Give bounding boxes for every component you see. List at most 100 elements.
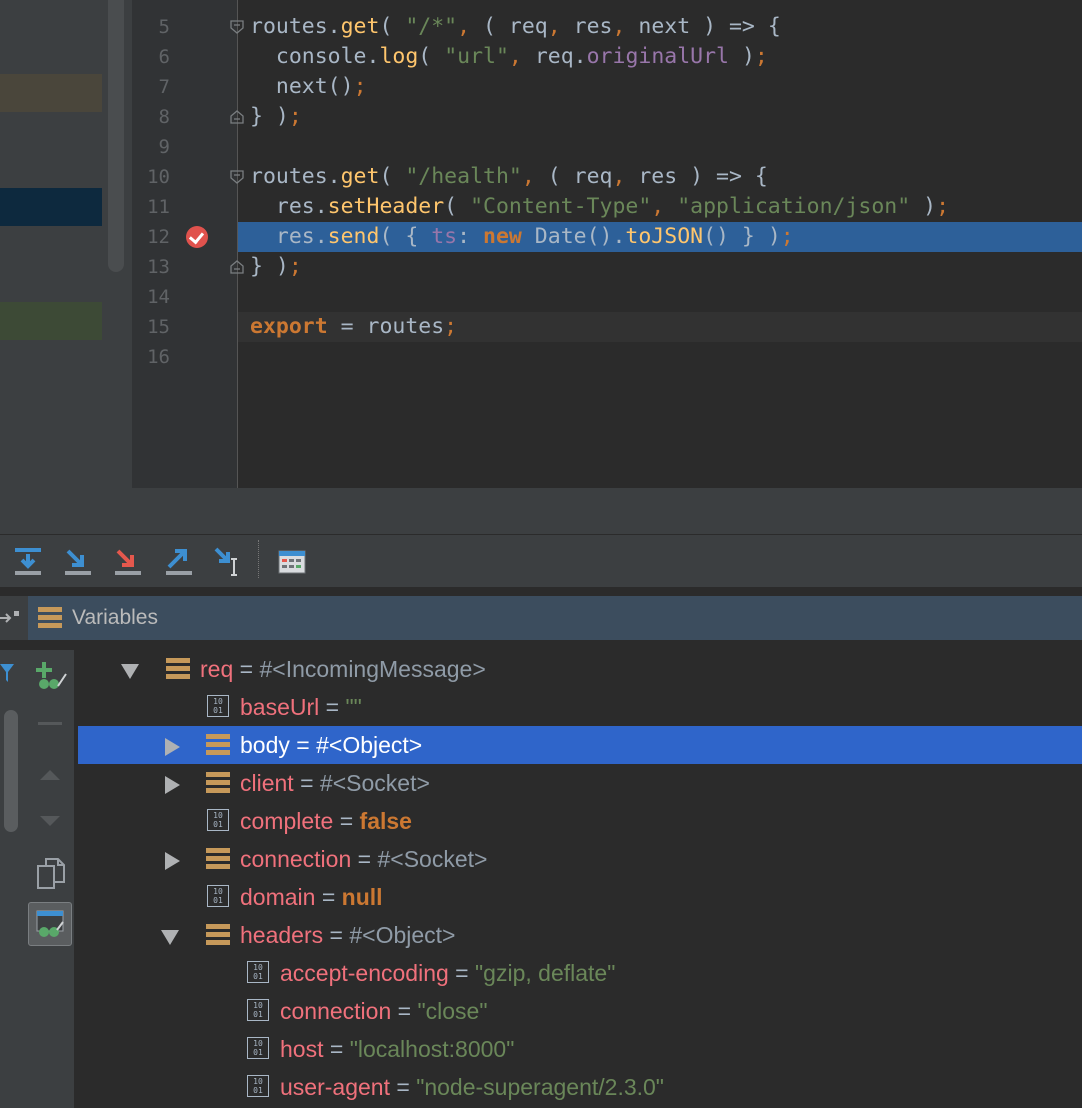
new-watch-button[interactable] [34, 660, 68, 692]
fold-marker-icon[interactable] [230, 170, 244, 184]
line-number[interactable]: 6 [132, 42, 170, 72]
primitive-icon: 10 01 [247, 1075, 269, 1097]
variable-name: complete [240, 808, 334, 834]
copy-icon[interactable] [36, 856, 66, 892]
expand-arrow-down-icon[interactable] [161, 930, 179, 945]
run-to-cursor-button[interactable] [212, 545, 244, 577]
step-out-button[interactable] [163, 545, 195, 577]
step-over-button[interactable] [12, 545, 44, 577]
tree-row-highlight[interactable] [0, 74, 102, 112]
variable-row[interactable]: 10 01 user-agent = "node-superagent/2.3.0" [78, 1068, 1082, 1106]
debug-tool-window-header [0, 488, 1082, 535]
variable-row[interactable]: req = #<IncomingMessage> [78, 650, 1082, 688]
variable-value: "node-superagent/2.3.0" [416, 1074, 664, 1100]
code-line[interactable]: } ); [250, 252, 302, 282]
force-step-into-button[interactable] [112, 545, 144, 577]
fold-end-marker-icon[interactable] [230, 260, 244, 274]
variable-row[interactable]: 10 01 host = "localhost:8000" [78, 1030, 1082, 1068]
line-number[interactable]: 16 [132, 342, 170, 372]
object-icon [206, 848, 230, 870]
line-number[interactable]: 9 [132, 132, 170, 162]
line-number[interactable]: 7 [132, 72, 170, 102]
variable-text: connection = "close" [280, 998, 488, 1024]
expand-arrow-right-icon[interactable] [165, 852, 180, 870]
code-line[interactable]: res.setHeader( "Content-Type", "applicat… [250, 192, 949, 222]
watches-icon [36, 910, 64, 937]
move-down-button[interactable] [38, 814, 62, 830]
variable-text: client = #<Socket> [240, 770, 430, 796]
variable-text: headers = #<Object> [240, 922, 456, 948]
tree-row-selected[interactable] [0, 188, 102, 226]
variable-row[interactable]: body = #<Object> [78, 726, 1082, 764]
line-number[interactable]: 11 [132, 192, 170, 222]
variable-row[interactable]: 10 01 baseUrl = "" [78, 688, 1082, 726]
object-icon [206, 734, 230, 756]
primitive-icon: 10 01 [247, 1037, 269, 1059]
variable-value: #<IncomingMessage> [259, 656, 486, 682]
line-number[interactable]: 12 [132, 222, 170, 252]
breakpoint-icon[interactable] [186, 226, 208, 248]
code-line[interactable]: routes.get( "/*", ( req, res, next ) => … [250, 12, 781, 42]
gutter-divider [237, 0, 238, 488]
variable-row[interactable]: connection = #<Socket> [78, 840, 1082, 878]
variable-name: req [200, 656, 234, 682]
expand-arrow-right-icon[interactable] [165, 776, 180, 794]
code-line[interactable]: } ); [250, 102, 302, 132]
variable-row[interactable]: 10 01 connection = "close" [78, 992, 1082, 1030]
line-number[interactable]: 15 [132, 312, 170, 342]
variables-panel-header [28, 596, 1082, 640]
variable-name: domain [240, 884, 316, 910]
code-line[interactable]: console.log( "url", req.originalUrl ); [250, 42, 768, 72]
variable-row[interactable]: 10 01 complete = false [78, 802, 1082, 840]
evaluate-expression-button[interactable] [276, 545, 308, 577]
fold-end-marker-icon[interactable] [230, 110, 244, 124]
tree-row-highlight[interactable] [0, 302, 102, 340]
move-up-button[interactable] [38, 766, 62, 782]
restore-layout-icon[interactable] [0, 608, 22, 628]
step-into-button[interactable] [62, 545, 94, 577]
variable-name: connection [280, 998, 392, 1024]
variables-icon [38, 607, 62, 629]
line-number[interactable]: 8 [132, 102, 170, 132]
variable-text: connection = #<Socket> [240, 846, 488, 872]
line-number[interactable]: 13 [132, 252, 170, 282]
filter-icon[interactable] [0, 662, 14, 684]
variable-row[interactable]: client = #<Socket> [78, 764, 1082, 802]
remove-watch-button[interactable] [38, 722, 62, 725]
variable-value: #<Socket> [319, 770, 430, 796]
code-line[interactable]: res.send( { ts: new Date().toJSON() } ); [250, 222, 794, 252]
expand-arrow-down-icon[interactable] [121, 664, 139, 679]
object-icon [166, 658, 190, 680]
primitive-icon: 10 01 [247, 961, 269, 983]
primitive-icon: 10 01 [247, 999, 269, 1021]
variable-name: client [240, 770, 294, 796]
toolbar-separator [258, 540, 260, 578]
show-watches-toggle[interactable] [28, 902, 72, 946]
variable-name: connection [240, 846, 352, 872]
project-scrollbar[interactable] [108, 0, 124, 272]
frames-scrollbar[interactable] [4, 710, 18, 832]
primitive-icon: 10 01 [207, 885, 229, 907]
code-line[interactable]: next(); [250, 72, 367, 102]
variable-row[interactable]: headers = #<Object> [78, 916, 1082, 954]
variables-title: Variables [72, 606, 158, 629]
variable-row[interactable]: 10 01 accept-encoding = "gzip, deflate" [78, 954, 1082, 992]
variable-row[interactable]: 10 01 domain = null [78, 878, 1082, 916]
variable-name: headers [240, 922, 324, 948]
primitive-icon: 10 01 [207, 695, 229, 717]
line-number[interactable]: 5 [132, 12, 170, 42]
variable-text: user-agent = "node-superagent/2.3.0" [280, 1074, 664, 1100]
expand-arrow-right-icon[interactable] [165, 738, 180, 756]
object-icon [206, 924, 230, 946]
variable-name: host [280, 1036, 324, 1062]
variable-text: baseUrl = "" [240, 694, 362, 720]
variable-value: "close" [417, 998, 488, 1024]
line-number[interactable]: 10 [132, 162, 170, 192]
code-line[interactable]: export = routes; [250, 312, 457, 342]
variable-text: body = #<Object> [240, 732, 423, 758]
code-line[interactable]: routes.get( "/health", ( req, res ) => { [250, 162, 768, 192]
fold-marker-icon[interactable] [230, 20, 244, 34]
variable-name: user-agent [280, 1074, 390, 1100]
variable-text: req = #<IncomingMessage> [200, 656, 486, 682]
line-number[interactable]: 14 [132, 282, 170, 312]
